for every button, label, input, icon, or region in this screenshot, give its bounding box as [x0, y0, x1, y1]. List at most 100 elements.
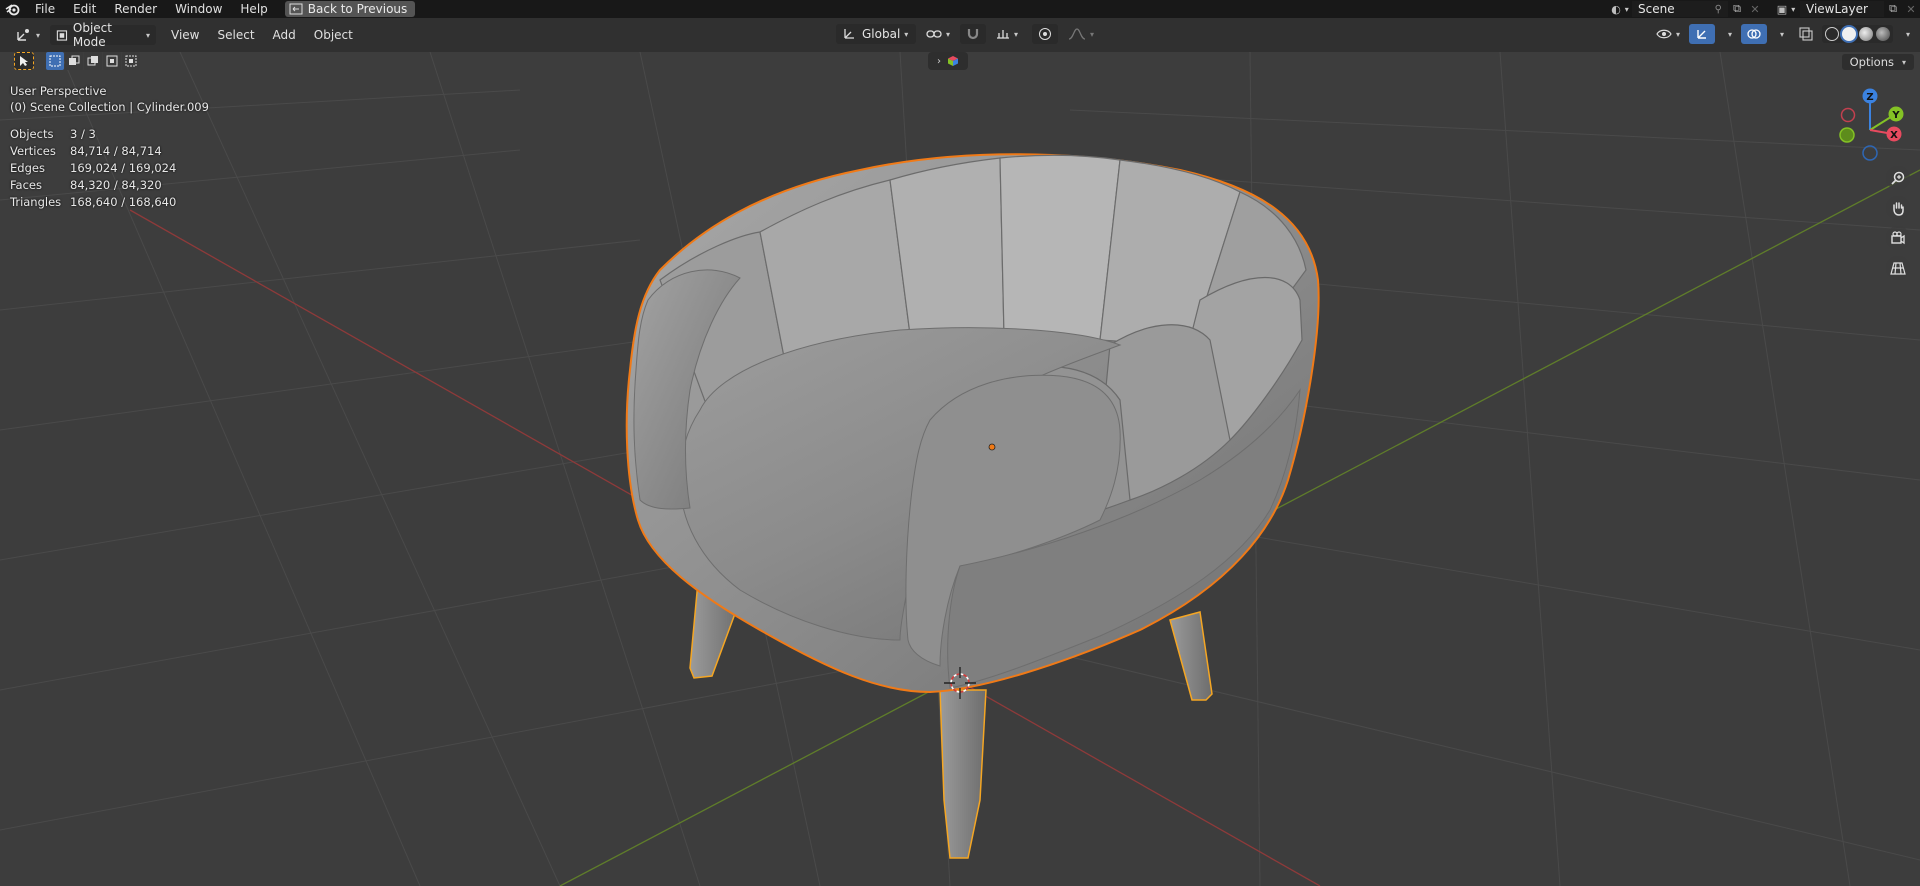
- transform-orientation-dropdown[interactable]: Global ▾: [836, 24, 916, 44]
- material-shading-icon[interactable]: [1858, 27, 1873, 41]
- back-to-previous-button[interactable]: Back to Previous: [284, 1, 416, 17]
- overlays-dropdown[interactable]: ▾: [1770, 24, 1790, 44]
- falloff-curve-icon: [1068, 28, 1086, 40]
- pivot-point-button[interactable]: ▾: [920, 24, 956, 44]
- stat-row-faces: Faces 84,320 / 84,320: [10, 178, 162, 192]
- editor-type-icon: [17, 29, 29, 41]
- back-icon: [289, 3, 303, 15]
- active-collection-label: (0) Scene Collection | Cylinder.009: [10, 100, 209, 114]
- delete-scene-icon[interactable]: ✕: [1746, 1, 1764, 17]
- gizmo-neg-x: [1840, 107, 1856, 123]
- viewport-header: ▾ Object Mode ▾ View Select Add Object G…: [0, 18, 1920, 52]
- zoom-tool[interactable]: [1886, 166, 1910, 190]
- solid-shading-icon[interactable]: [1841, 27, 1856, 41]
- object-origin-point: [988, 443, 996, 451]
- camera-icon: [1891, 231, 1905, 245]
- viewport-canvas[interactable]: Z Y X: [0, 52, 1920, 886]
- top-menu-bar: File Edit Render Window Help Back to Pre…: [0, 0, 1920, 18]
- delete-view-layer-icon[interactable]: ✕: [1902, 1, 1920, 17]
- menu-select[interactable]: Select: [209, 28, 264, 42]
- snap-toggle[interactable]: [960, 24, 987, 44]
- gizmo-z-axis: Z: [1862, 88, 1878, 104]
- mode-dropdown[interactable]: Object Mode ▾: [50, 21, 157, 49]
- hand-icon: [1893, 202, 1904, 216]
- gizmo-x-axis: X: [1886, 126, 1902, 142]
- view-layer-name: ViewLayer: [1806, 2, 1868, 16]
- select-box-tool[interactable]: [14, 52, 34, 70]
- zoom-icon: [1891, 171, 1905, 185]
- overlays-icon: [1747, 29, 1761, 39]
- view-layer-field[interactable]: ViewLayer: [1800, 1, 1884, 17]
- scene-statistics: Objects 3 / 3 Vertices 84,714 / 84,714 Edg…: [10, 126, 209, 211]
- orientation-label: Global: [862, 27, 901, 41]
- menu-view[interactable]: View: [162, 28, 208, 42]
- intersect-selection-mode-icon[interactable]: [122, 52, 140, 70]
- editor-type-button[interactable]: ▾: [10, 25, 46, 45]
- chair-leg-front: [939, 689, 987, 859]
- gizmo-toggle[interactable]: [1688, 24, 1715, 44]
- snap-increment-icon: [997, 30, 1010, 39]
- extend-selection-mode-icon[interactable]: [65, 52, 83, 70]
- gizmo-neg-y: [1839, 127, 1855, 143]
- blender-logo-icon[interactable]: [0, 0, 26, 18]
- pin-icon[interactable]: ⚲: [1715, 4, 1722, 15]
- stat-row-triangles: Triangles 168,640 / 168,640: [10, 195, 177, 209]
- proportional-editing-toggle[interactable]: [1032, 24, 1059, 44]
- subtract-selection-mode-icon[interactable]: [84, 52, 102, 70]
- menu-object[interactable]: Object: [305, 28, 362, 42]
- chevron-down-icon: ▾: [1901, 57, 1906, 67]
- tool-selection-row: [14, 52, 140, 70]
- chair-leg-front-right: [1169, 611, 1213, 701]
- new-selection-mode-icon[interactable]: [46, 52, 64, 70]
- menu-window[interactable]: Window: [166, 0, 231, 18]
- shading-dropdown[interactable]: ▾: [1896, 24, 1916, 44]
- wireframe-shading-icon[interactable]: [1824, 27, 1839, 41]
- menu-edit[interactable]: Edit: [64, 0, 105, 18]
- menu-add[interactable]: Add: [264, 28, 305, 42]
- gizmo-y-axis: Y: [1888, 106, 1904, 122]
- perspective-toggle-tool[interactable]: [1886, 256, 1910, 280]
- pan-tool[interactable]: [1886, 196, 1910, 220]
- viewport-info-overlay: User Perspective (0) Scene Collection | …: [10, 84, 209, 211]
- gizmo-icon: [1697, 30, 1706, 39]
- overlays-toggle[interactable]: [1740, 24, 1767, 44]
- scene-name-field[interactable]: Scene ⚲: [1632, 1, 1728, 17]
- color-cube-icon: [948, 56, 958, 66]
- gizmo-dropdown[interactable]: ▾: [1718, 24, 1738, 44]
- chevron-right-icon: ›: [937, 55, 941, 67]
- 3d-viewport[interactable]: Z Y X: [0, 52, 1920, 886]
- stat-row-edges: Edges 169,024 / 169,024: [10, 161, 177, 175]
- menu-file[interactable]: File: [26, 0, 64, 18]
- stat-row-vertices: Vertices 84,714 / 84,714: [10, 144, 162, 158]
- mode-label: Object Mode: [72, 21, 112, 49]
- menu-help[interactable]: Help: [231, 0, 276, 18]
- proportional-edit-icon: [1039, 28, 1052, 40]
- object-mode-icon: [56, 29, 68, 41]
- eye-icon: [1656, 29, 1672, 39]
- options-label: Options: [1849, 55, 1894, 69]
- proportional-falloff-dropdown[interactable]: ▾: [1062, 24, 1100, 44]
- visibility-selectability-button[interactable]: ▾: [1650, 24, 1686, 44]
- view-layer-icon[interactable]: ▣ ▾: [1772, 1, 1800, 17]
- new-view-layer-icon[interactable]: ⧉: [1884, 1, 1902, 17]
- menu-render[interactable]: Render: [105, 0, 166, 18]
- gizmo-z-label: Z: [1866, 92, 1873, 103]
- rendered-shading-icon[interactable]: [1875, 27, 1890, 41]
- orientation-icon: [844, 29, 854, 39]
- invert-selection-mode-icon[interactable]: [103, 52, 121, 70]
- new-scene-icon[interactable]: ⧉: [1728, 1, 1746, 17]
- grid-icon: [1890, 262, 1906, 275]
- snap-target-dropdown[interactable]: ▾: [990, 24, 1024, 44]
- armchair-model[interactable]: [625, 153, 1320, 859]
- gizmo-y-label: Y: [1891, 110, 1900, 121]
- view-perspective-label: User Perspective: [10, 84, 107, 98]
- back-to-previous-label: Back to Previous: [307, 2, 408, 16]
- scene-icon[interactable]: ◐ ▾: [1608, 1, 1632, 17]
- cursor-arrow-icon: [20, 56, 28, 66]
- camera-view-tool[interactable]: [1886, 226, 1910, 250]
- xray-icon: [1799, 27, 1813, 41]
- xray-toggle[interactable]: [1793, 24, 1819, 44]
- options-dropdown[interactable]: Options ▾: [1841, 54, 1914, 70]
- gizmo-x-label: X: [1890, 130, 1898, 141]
- viewport-expander[interactable]: ›: [928, 52, 968, 70]
